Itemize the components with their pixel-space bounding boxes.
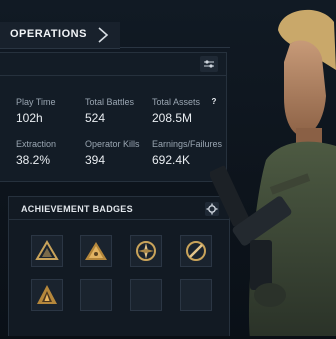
stat-extraction: Extraction 38.2% <box>16 139 56 167</box>
badge-slot[interactable] <box>80 235 112 267</box>
stats-panel: Play Time 102h Total Battles 524 Total A… <box>0 52 227 182</box>
pyramid-badge-icon <box>85 242 107 260</box>
stat-label: Play Time <box>16 97 56 107</box>
badge-slot-empty[interactable] <box>80 279 112 311</box>
badges-title: ACHIEVEMENT BADGES <box>21 204 133 214</box>
stat-total-assets: Total Assets 208.5M <box>152 97 200 125</box>
badge-slot[interactable] <box>180 235 212 267</box>
blade-badge-icon <box>186 241 206 261</box>
badges-divider <box>9 219 229 220</box>
flame-badge-icon <box>37 285 57 304</box>
badge-slot[interactable] <box>31 279 63 311</box>
triangle-badge-icon <box>35 240 59 260</box>
badge-slot-empty[interactable] <box>130 279 162 311</box>
compass-badge-icon <box>136 241 156 261</box>
stat-value: 208.5M <box>152 111 193 125</box>
stat-value: 102h <box>16 111 43 125</box>
stat-total-battles: Total Battles 524 <box>85 97 134 125</box>
achievement-badges-panel: ACHIEVEMENT BADGES <box>8 196 230 338</box>
badge-slot[interactable] <box>31 235 63 267</box>
stat-value: 38.2% <box>16 153 51 167</box>
operations-tab[interactable]: OPERATIONS <box>0 22 120 49</box>
stat-label: Extraction <box>16 139 57 149</box>
operations-title: OPERATIONS <box>10 28 87 40</box>
stat-label: Operator Kills <box>85 139 140 149</box>
operator-character-portrait <box>210 9 336 339</box>
badge-slot-empty[interactable] <box>180 279 212 311</box>
stats-toolbar <box>0 53 226 76</box>
stat-value: 394 <box>85 153 106 167</box>
stat-label: Total Assets <box>152 97 201 107</box>
badge-slot[interactable] <box>130 235 162 267</box>
stat-value: 524 <box>85 111 106 125</box>
stat-operator-kills: Operator Kills 394 <box>85 139 140 167</box>
stat-play-time: Play Time 102h <box>16 97 56 125</box>
stat-label: Total Battles <box>85 97 135 107</box>
chevron-right-icon[interactable] <box>96 26 110 44</box>
